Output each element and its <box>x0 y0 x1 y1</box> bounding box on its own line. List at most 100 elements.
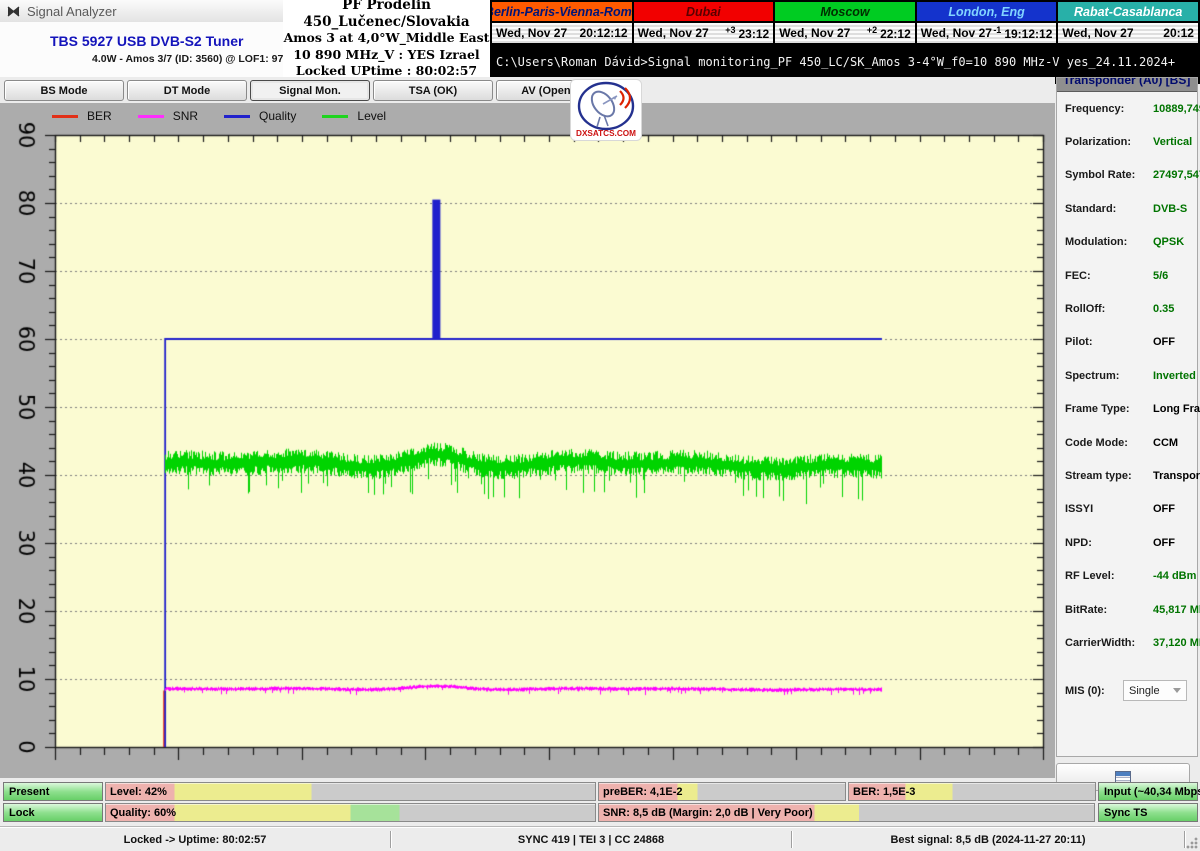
tp-row-bitrate: BitRate: 45,817 Mbit/s <box>1057 593 1200 626</box>
input-badge: Input (~40,34 Mbps) <box>1098 782 1200 801</box>
tp-row-label: ISSYI <box>1065 503 1094 516</box>
legend-swatch-quality <box>224 114 251 118</box>
station-note-line4: Locked UPtime : 80:02:57 <box>295 63 478 79</box>
app-icon <box>7 5 20 18</box>
tp-row-value: OFF <box>1153 503 1175 516</box>
tp-row-value: 27497,547 KS/s <box>1153 169 1200 182</box>
tp-row-label: Pilot: <box>1065 336 1093 349</box>
tp-row-fec: FEC: 5/6 <box>1057 259 1197 292</box>
statusbar-best-signal: Best signal: 8,5 dB (2024-11-27 20:11) <box>792 831 1185 848</box>
world-clocks: Berlin-Paris-Vienna-Roma Wed, Nov 27 20:12… <box>490 0 1200 45</box>
tp-row-label: RF Level: <box>1065 570 1115 583</box>
tp-row-label: Spectrum: <box>1065 369 1120 382</box>
legend-swatch-ber <box>52 114 78 118</box>
tp-row-label: Polarization: <box>1065 136 1132 149</box>
tp-row-carrierwidth: CarrierWidth: 37,120 MHz <box>1057 626 1200 659</box>
window-title: Signal Analyzer <box>27 3 117 19</box>
tp-row-standard: Standard: DVB-S <box>1057 192 1197 225</box>
tab-dt-mode[interactable]: DT Mode <box>127 80 247 101</box>
tp-row-label: Frequency: <box>1065 102 1125 115</box>
clock-city-label: Berlin-Paris-Vienna-Roma <box>492 2 632 21</box>
chevron-down-icon <box>1173 688 1181 694</box>
mis-row: MIS (0): Single <box>1057 674 1197 708</box>
statusbar: Locked -> Uptime: 80:02:57 SYNC 419 | TE… <box>0 827 1200 851</box>
tp-row-stream-type: Stream type: Transport <box>1057 459 1200 492</box>
tp-row-label: BitRate: <box>1065 603 1108 616</box>
tp-row-value: 5/6 <box>1153 269 1169 282</box>
tp-row-label: Standard: <box>1065 202 1117 215</box>
console-window[interactable]: Berlin-Paris-Vienna-Roma Wed, Nov 27 20:12… <box>490 0 1200 84</box>
tp-row-pilot: Pilot: OFF <box>1057 326 1197 359</box>
tp-row-label: CarrierWidth: <box>1065 636 1136 649</box>
tp-row-value: QPSK <box>1153 236 1185 249</box>
clock-berlin-paris-vienna-roma: Berlin-Paris-Vienna-Roma Wed, Nov 27 20:12… <box>492 2 632 43</box>
signal-chart-canvas <box>0 103 1055 778</box>
station-note-line2: Amos 3 at 4,0°W_Middle East <box>283 30 490 46</box>
preber-bar: preBER: 4,1E-2 <box>598 782 846 801</box>
clock-datetime: Wed, Nov 27 +3 23:12 <box>633 23 774 43</box>
signal-chart: BER SNR Quality Level <box>0 103 1055 778</box>
legend-swatch-level <box>322 114 349 118</box>
transponder-panel-title: Transponder (A0) [BS] <box>1063 78 1191 87</box>
tp-row-value: CCM <box>1153 436 1179 449</box>
station-note-line1: PF Prodelin 450_Lučenec/Slovakia <box>303 0 470 30</box>
dxsatcs-logo: DXSATCS.COM <box>570 79 642 141</box>
clock-datetime: Wed, Nov 27 +2 22:12 <box>775 23 915 43</box>
tp-row-value: OFF <box>1153 536 1175 549</box>
tp-row-label: Symbol Rate: <box>1065 169 1136 182</box>
clock-datetime: Wed, Nov 27 20:12 <box>1058 23 1198 43</box>
tp-row-label: Modulation: <box>1065 236 1128 249</box>
clock-london-eng: London, Eng Wed, Nov 27 -1 19:12:12 <box>916 2 1057 43</box>
tp-row-value: 0.35 <box>1153 303 1175 316</box>
tp-row-value: Transport <box>1153 469 1200 482</box>
clock-city-label: Dubai <box>633 2 774 21</box>
ber-bar: BER: 1,5E-3 <box>848 782 1096 801</box>
tp-row-value: 10889,749 MHz <box>1153 102 1200 115</box>
tp-row-value: -44 dBm <box>1153 570 1197 583</box>
transponder-panel-header: Transponder (A0) [BS] <box>1057 78 1197 92</box>
tp-row-rolloff: RollOff: 0.35 <box>1057 292 1197 325</box>
tp-row-label: FEC: <box>1065 269 1091 282</box>
tp-row-value: Vertical <box>1153 136 1193 149</box>
tuner-name: TBS 5927 USB DVB-S2 Tuner <box>50 33 244 49</box>
tab-tsa-ok[interactable]: TSA (OK) <box>373 80 493 101</box>
dxsatcs-logo-text: DXSATCS.COM <box>576 129 636 138</box>
tp-row-issyi: ISSYI OFF <box>1057 493 1197 526</box>
legend-ber: BER <box>52 109 112 123</box>
tab-bs-mode[interactable]: BS Mode <box>4 80 124 101</box>
mis-dropdown[interactable]: Single <box>1123 680 1187 702</box>
clock-datetime: Wed, Nov 27 -1 19:12:12 <box>916 23 1057 43</box>
tp-row-frequency: Frequency: 10889,749 MHz <box>1057 92 1200 125</box>
tp-row-symbol-rate: Symbol Rate: 27497,547 KS/s <box>1057 159 1200 192</box>
tp-row-npd: NPD: OFF <box>1057 526 1197 559</box>
tp-row-label: Frame Type: <box>1065 403 1130 416</box>
snr-bar: SNR: 8,5 dB (Margin: 2,0 dB | Very Poor) <box>598 803 1095 822</box>
station-note-line3: 10 890 MHz_V : YES Izrael <box>293 46 480 62</box>
tp-row-label: NPD: <box>1065 536 1092 549</box>
tp-row-value: DVB-S <box>1153 202 1188 215</box>
station-note: PF Prodelin 450_Lučenec/Slovakia Amos 3 … <box>283 0 490 79</box>
lock-badge: Lock <box>3 803 103 822</box>
tp-row-label: Stream type: <box>1065 469 1132 482</box>
clock-city-label: Moscow <box>775 2 915 21</box>
clock-rabat-casablanca: Rabat-Casablanca Wed, Nov 27 20:12 <box>1058 2 1198 43</box>
mis-selected-value: Single <box>1129 684 1160 697</box>
tab-signal-mon[interactable]: Signal Mon. <box>250 80 370 101</box>
resize-grip[interactable] <box>1185 836 1198 849</box>
clock-city-label: Rabat-Casablanca <box>1058 2 1198 21</box>
tp-row-label: RollOff: <box>1065 303 1106 316</box>
sync-ts-badge: Sync TS <box>1098 803 1198 822</box>
level-bar: Level: 42% <box>105 782 596 801</box>
tp-row-value: 45,817 Mbit/s <box>1153 603 1200 616</box>
clock-dubai: Dubai Wed, Nov 27 +3 23:12 <box>633 2 774 43</box>
tp-row-value: 37,120 MHz <box>1153 636 1200 649</box>
tp-row-value: OFF <box>1153 336 1175 349</box>
legend-swatch-snr <box>137 114 164 118</box>
legend-snr: SNR <box>137 109 198 123</box>
tp-row-modulation: Modulation: QPSK <box>1057 226 1197 259</box>
present-badge: Present <box>3 782 103 801</box>
clock-city-label: London, Eng <box>916 2 1057 21</box>
terminal-prompt-line: C:\Users\Roman Dávid>Signal monitoring_P… <box>496 55 1176 69</box>
tp-row-value: Inverted <box>1153 369 1196 382</box>
legend-quality: Quality <box>224 109 296 123</box>
